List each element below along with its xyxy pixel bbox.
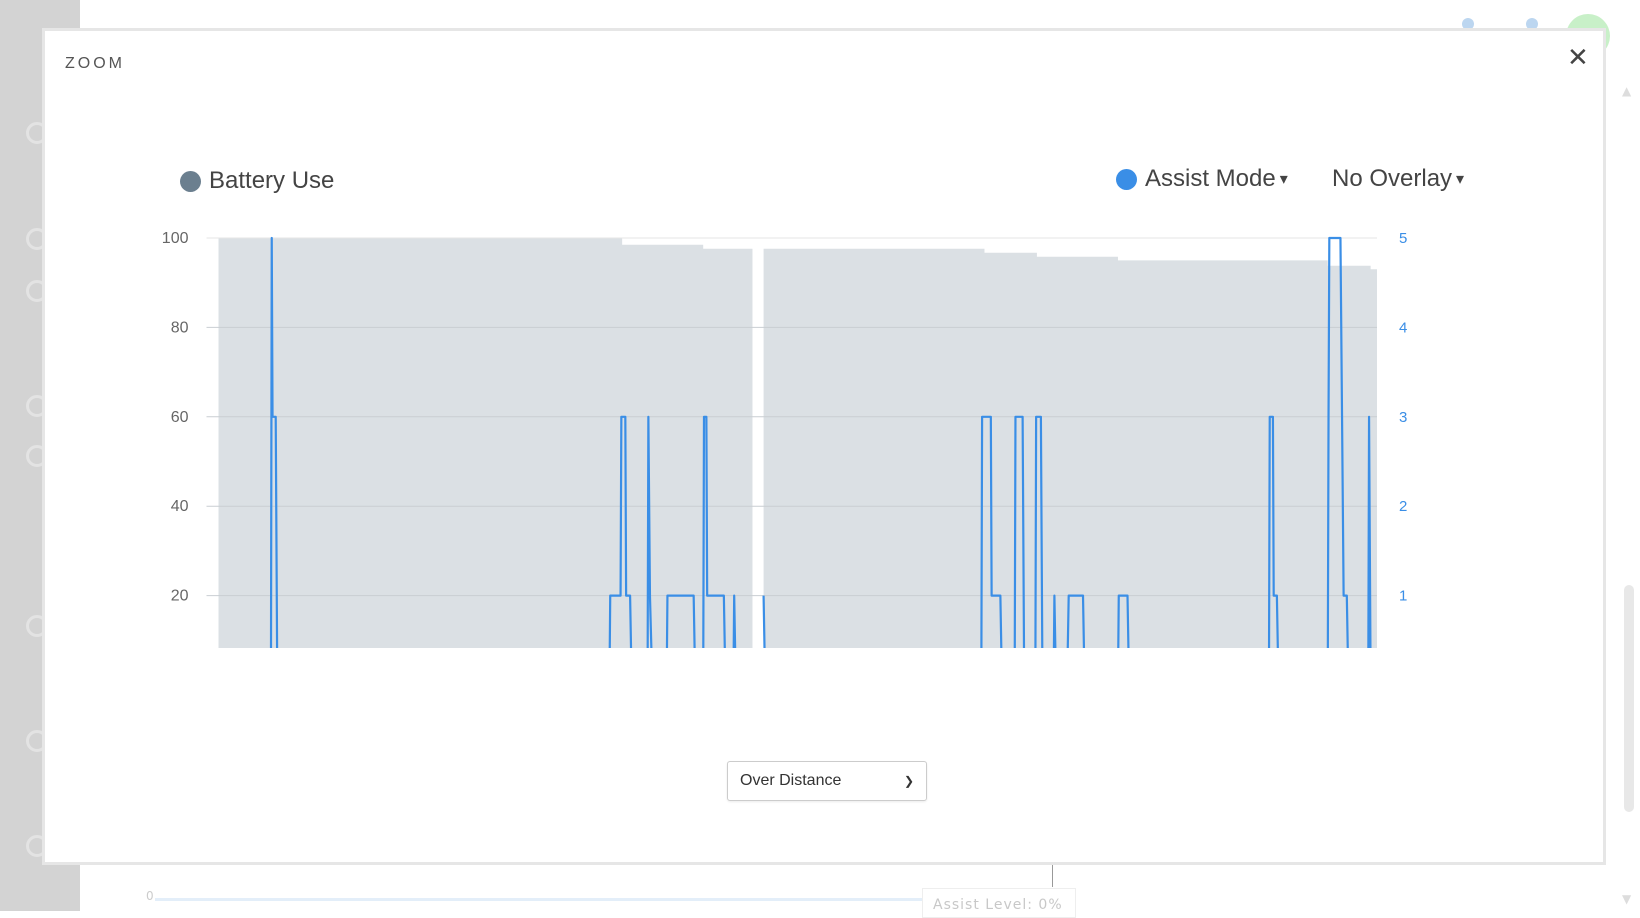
- chevron-down-icon: ❯: [903, 774, 914, 788]
- background-tooltip: Assist Level: 0%: [922, 888, 1076, 918]
- battery-assist-chart: 0204060801000123450204060: [162, 230, 1407, 648]
- battery-area-segment: [218, 238, 753, 648]
- scrollbar[interactable]: [1624, 585, 1634, 812]
- y-right-tick-label: 5: [1399, 230, 1407, 247]
- select-value: Over Distance: [740, 772, 842, 789]
- background-cursor-line: [1052, 865, 1053, 887]
- top-bar: [80, 0, 1640, 28]
- chart-mode-select[interactable]: Over Distance ❯: [727, 761, 927, 801]
- scroll-up-icon[interactable]: ▲: [1622, 84, 1631, 98]
- y-left-tick-label: 80: [171, 319, 189, 336]
- y-left-tick-label: 60: [171, 409, 189, 426]
- scroll-down-icon[interactable]: ▼: [1622, 892, 1631, 906]
- background-chart-line: [155, 898, 925, 901]
- y-left-tick-label: 40: [171, 498, 189, 515]
- y-left-tick-label: 100: [162, 230, 189, 247]
- background-axis-zero: 0: [146, 889, 154, 903]
- battery-area-segment: [763, 248, 1377, 648]
- y-right-tick-label: 1: [1399, 588, 1407, 605]
- y-right-tick-label: 3: [1399, 409, 1407, 426]
- y-right-tick-label: 4: [1399, 319, 1407, 336]
- y-left-tick-label: 20: [171, 588, 189, 605]
- zoom-modal: ZOOM ✕ Battery Use Assist Mode ▾ No Over…: [42, 28, 1606, 865]
- y-right-tick-label: 2: [1399, 498, 1407, 515]
